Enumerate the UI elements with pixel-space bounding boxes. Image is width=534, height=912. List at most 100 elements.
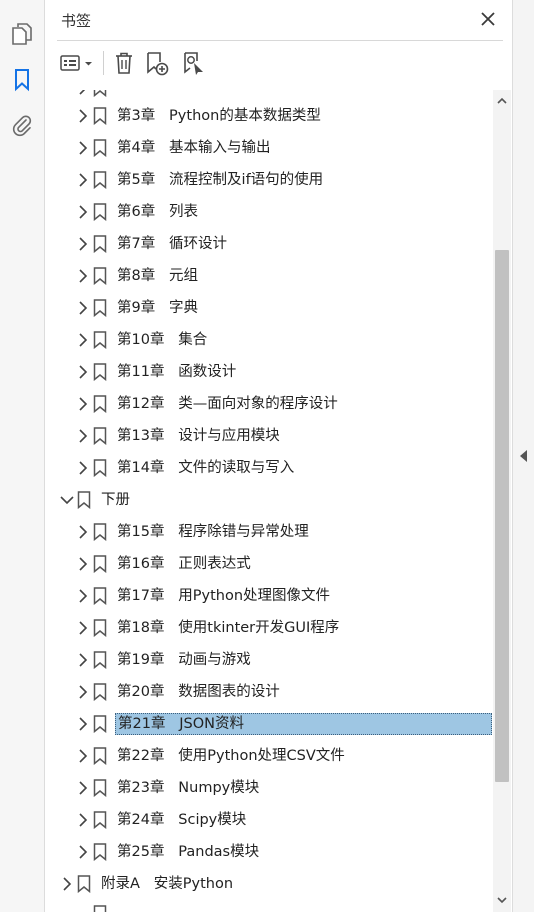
bookmark-label[interactable]: 第22章 使用Python处理CSV文件: [115, 745, 347, 767]
bookmark-item-icon: [93, 395, 107, 413]
chevron-right-icon[interactable]: [75, 748, 91, 764]
chevron-right-icon[interactable]: [59, 876, 75, 892]
chevron-right-icon[interactable]: [75, 620, 91, 636]
scroll-down-icon[interactable]: [493, 890, 511, 910]
bookmark-row[interactable]: 第11章 函数设计: [45, 356, 492, 388]
bookmark-label[interactable]: 第13章 设计与应用模块: [115, 425, 282, 447]
bookmark-row[interactable]: 第19章 动画与游戏: [45, 644, 492, 676]
bookmark-row[interactable]: 第14章 文件的读取与写入: [45, 452, 492, 484]
chevron-right-icon[interactable]: [75, 428, 91, 444]
bookmark-item-icon: [93, 139, 107, 157]
bookmark-label[interactable]: 第15章 程序除错与异常处理: [115, 521, 311, 543]
bookmark-item-icon: [93, 299, 107, 317]
options-menu-button[interactable]: [59, 49, 97, 77]
bookmark-row[interactable]: 第18章 使用tkinter开发GUI程序: [45, 612, 492, 644]
bookmark-label[interactable]: 第24章 Scipy模块: [115, 809, 248, 831]
bookmark-row[interactable]: 第12章 类—面向对象的程序设计: [45, 388, 492, 420]
bookmark-row[interactable]: 附录A 安装Python: [45, 868, 492, 900]
bookmark-row[interactable]: 第13章 设计与应用模块: [45, 420, 492, 452]
chevron-right-icon[interactable]: [75, 268, 91, 284]
bookmark-row[interactable]: 第22章 使用Python处理CSV文件: [45, 740, 492, 772]
bookmark-label[interactable]: 第25章 Pandas模块: [115, 841, 261, 863]
scrollbar-thumb[interactable]: [495, 250, 509, 782]
bookmark-label[interactable]: 第21章 JSON资料: [115, 713, 492, 735]
chevron-right-icon[interactable]: [75, 300, 91, 316]
bookmark-label[interactable]: 下册: [99, 489, 132, 511]
chevron-right-icon[interactable]: [75, 524, 91, 540]
bookmark-label[interactable]: 第7章 循环设计: [115, 233, 229, 255]
chevron-right-icon[interactable]: [75, 172, 91, 188]
bookmark-toolbar: [45, 41, 512, 85]
bookmark-row[interactable]: 第4章 基本输入与输出: [45, 132, 492, 164]
bookmark-label[interactable]: 第18章 使用tkinter开发GUI程序: [115, 617, 341, 639]
bookmark-label[interactable]: 第20章 数据图表的设计: [115, 681, 282, 703]
bookmark-label[interactable]: 第10章 集合: [115, 329, 209, 351]
chevron-right-icon[interactable]: [75, 716, 91, 732]
bookmark-item-icon: [93, 107, 107, 125]
chevron-right-icon[interactable]: [75, 684, 91, 700]
chevron-right-icon[interactable]: [75, 460, 91, 476]
bookmark-row[interactable]: 第16章 正则表达式: [45, 548, 492, 580]
chevron-right-icon[interactable]: [75, 588, 91, 604]
bookmark-row[interactable]: 第9章 字典: [45, 292, 492, 324]
bookmark-label[interactable]: 第11章 函数设计: [115, 361, 238, 383]
bookmark-row[interactable]: 第23章 Numpy模块: [45, 772, 492, 804]
bookmark-row[interactable]: 第10章 集合: [45, 324, 492, 356]
chevron-right-icon[interactable]: [75, 204, 91, 220]
bookmark-icon[interactable]: [8, 66, 36, 94]
bookmark-label[interactable]: 第23章 Numpy模块: [115, 777, 261, 799]
bookmark-row[interactable]: 第25章 Pandas模块: [45, 836, 492, 868]
bookmark-row[interactable]: 第7章 循环设计: [45, 228, 492, 260]
bookmark-label[interactable]: 第8章 元组: [115, 265, 200, 287]
bookmark-label[interactable]: 第9章 字典: [115, 297, 200, 319]
bookmark-row-clipped-bottom[interactable]: [45, 902, 492, 912]
bookmark-label[interactable]: 附录A 安装Python: [99, 873, 235, 895]
bookmark-row[interactable]: 第15章 程序除错与异常处理: [45, 516, 492, 548]
delete-bookmark-button[interactable]: [111, 49, 137, 77]
chevron-down-icon[interactable]: [59, 492, 75, 508]
chevron-right-icon[interactable]: [75, 396, 91, 412]
bookmark-row[interactable]: 第3章 Python的基本数据类型: [45, 100, 492, 132]
bookmark-item-icon: [93, 203, 107, 221]
bookmark-label[interactable]: 第3章 Python的基本数据类型: [115, 105, 323, 127]
chevron-right-icon[interactable]: [75, 812, 91, 828]
bookmark-row[interactable]: 第21章 JSON资料: [45, 708, 492, 740]
chevron-right-icon[interactable]: [75, 556, 91, 572]
bookmark-row[interactable]: 第6章 列表: [45, 196, 492, 228]
bookmark-row[interactable]: 第17章 用Python处理图像文件: [45, 580, 492, 612]
chevron-right-icon[interactable]: [75, 140, 91, 156]
bookmark-item-icon: [93, 90, 107, 97]
bookmark-label[interactable]: 第16章 正则表达式: [115, 553, 253, 575]
delete-bookmark-icon: [116, 52, 132, 74]
bookmark-row[interactable]: 第8章 元组: [45, 260, 492, 292]
chevron-right-icon[interactable]: [75, 364, 91, 380]
bookmark-label[interactable]: 第12章 类—面向对象的程序设计: [115, 393, 340, 415]
bookmark-label[interactable]: 第5章 流程控制及if语句的使用: [115, 169, 325, 191]
collapse-panel-button[interactable]: [517, 446, 531, 466]
attachment-icon[interactable]: [8, 111, 36, 139]
chevron-right-icon[interactable]: [75, 652, 91, 668]
new-bookmark-button[interactable]: [143, 49, 171, 77]
chevron-right-icon[interactable]: [75, 844, 91, 860]
bookmark-label[interactable]: 第4章 基本输入与输出: [115, 137, 273, 159]
bookmark-label[interactable]: 第14章 文件的读取与写入: [115, 457, 296, 479]
chevron-right-icon[interactable]: [75, 108, 91, 124]
chevron-right-icon[interactable]: [75, 90, 91, 96]
bookmark-row[interactable]: 下册: [45, 484, 492, 516]
chevron-right-icon[interactable]: [75, 236, 91, 252]
chevron-right-icon[interactable]: [75, 780, 91, 796]
pages-icon[interactable]: [8, 20, 36, 48]
bookmark-label[interactable]: 第19章 动画与游戏: [115, 649, 253, 671]
close-panel-button[interactable]: [477, 8, 499, 30]
bookmark-row[interactable]: 第20章 数据图表的设计: [45, 676, 492, 708]
bookmark-item-icon: [93, 683, 107, 701]
scroll-up-icon[interactable]: [493, 90, 511, 110]
tree-scrollbar[interactable]: [493, 90, 511, 912]
panel-title: 书签: [61, 12, 92, 30]
bookmark-row[interactable]: 第5章 流程控制及if语句的使用: [45, 164, 492, 196]
chevron-right-icon[interactable]: [75, 332, 91, 348]
bookmark-label[interactable]: 第6章 列表: [115, 201, 200, 223]
bookmark-row[interactable]: 第24章 Scipy模块: [45, 804, 492, 836]
bookmark-label[interactable]: 第17章 用Python处理图像文件: [115, 585, 332, 607]
find-bookmark-button[interactable]: [179, 49, 207, 77]
